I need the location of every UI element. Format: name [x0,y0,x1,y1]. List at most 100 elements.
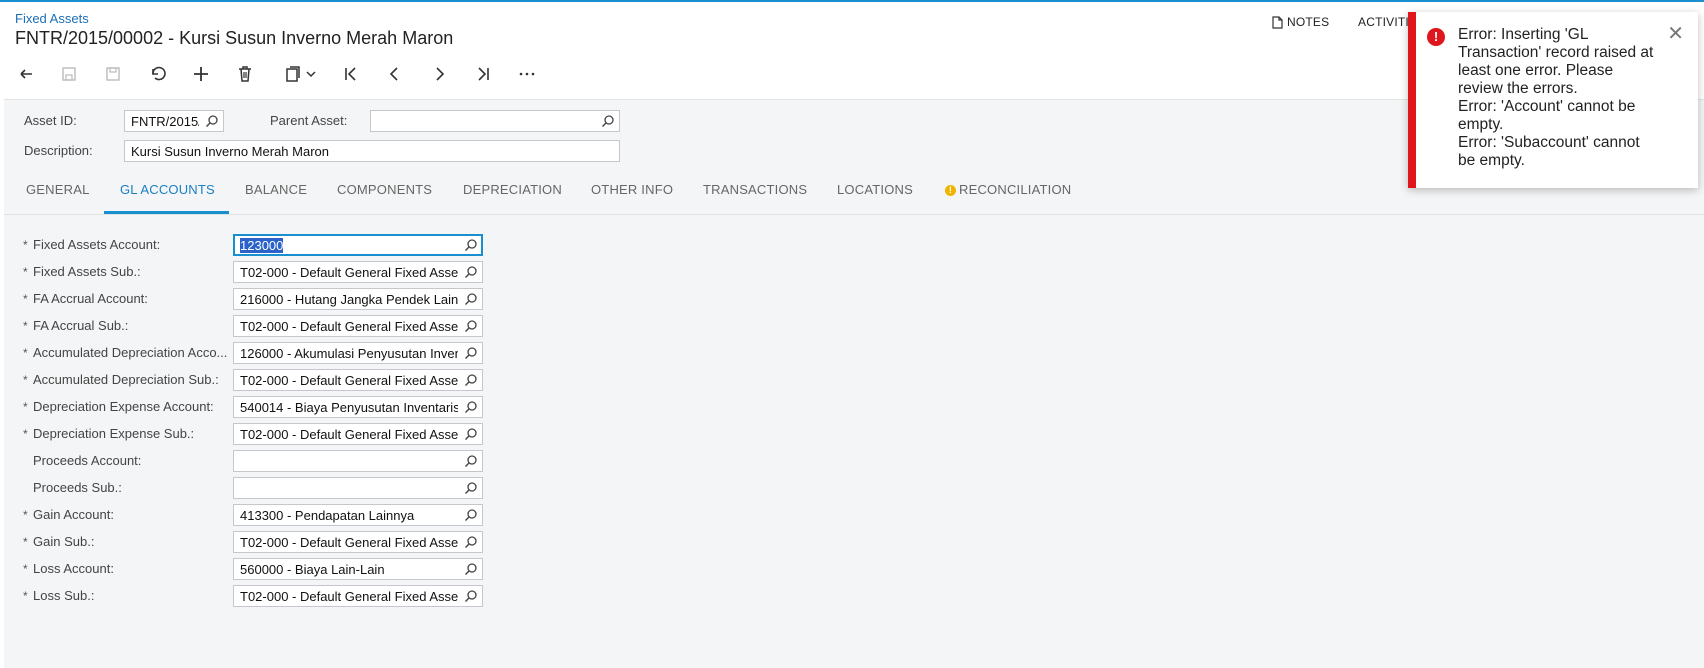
clipboard-button[interactable] [278,61,322,87]
gl-field-value: 413300 - Pendapatan Lainnya [240,508,458,523]
gl-account-selector[interactable]: T02-000 - Default General Fixed Asset [233,531,483,553]
activities-link[interactable]: ACTIVITI [1358,15,1409,29]
toast-line: Error: Inserting 'GL Transaction' record… [1458,26,1654,97]
gl-account-selector[interactable]: 216000 - Hutang Jangka Pendek Lainnya [233,288,483,310]
gl-account-selector[interactable]: 126000 - Akumulasi Penyusutan Inventaris [233,342,483,364]
tab-locations[interactable]: LOCATIONS [837,182,913,197]
required-marker: * [23,589,28,603]
description-value: Kursi Susun Inverno Merah Maron [131,144,329,159]
tab-depreciation[interactable]: DEPRECIATION [463,182,562,197]
required-marker: * [23,238,28,252]
gl-account-selector[interactable]: T02-000 - Default General Fixed Asset [233,423,483,445]
tab-general[interactable]: GENERAL [26,182,90,197]
gl-account-selector[interactable] [233,450,483,472]
add-button[interactable] [188,61,214,87]
gl-field-value: 560000 - Biaya Lain-Lain [240,562,458,577]
next-icon [436,67,445,81]
gl-field-value-text: T02-000 - Default General Fixed Asset [240,319,458,334]
gl-account-selector[interactable]: 540014 - Biaya Penyusutan Inventaris [233,396,483,418]
search-icon[interactable] [464,373,478,387]
tab-reconciliation[interactable]: ! RECONCILIATION [945,182,1071,197]
error-toast: ! Error: Inserting 'GL Transaction' reco… [1408,12,1698,188]
gl-field-value-text: T02-000 - Default General Fixed Asset [240,535,458,550]
required-marker: * [23,319,28,333]
notes-label: NOTES [1287,15,1330,29]
gl-account-selector[interactable]: 413300 - Pendapatan Lainnya [233,504,483,526]
gl-field-label: Gain Sub.: [33,534,95,549]
parent-asset-field[interactable] [370,110,620,132]
undo-button[interactable] [13,61,39,87]
more-icon [519,72,535,76]
toast-line: Error: 'Subaccount' cannot be empty. [1458,134,1640,169]
gl-field-value: 216000 - Hutang Jangka Pendek Lainnya [240,292,458,307]
delete-button[interactable] [232,61,258,87]
gl-field-value: T02-000 - Default General Fixed Asset [240,319,458,334]
search-icon[interactable] [205,114,219,128]
search-icon[interactable] [464,292,478,306]
save-close-button[interactable] [56,61,82,87]
asset-id-field[interactable]: FNTR/2015/ [124,110,224,132]
gl-field-value-text: T02-000 - Default General Fixed Asset [240,265,458,280]
search-icon[interactable] [464,400,478,414]
gl-field-label: Fixed Assets Sub.: [33,264,141,279]
search-icon[interactable] [464,454,478,468]
search-icon[interactable] [464,535,478,549]
gl-field-value: T02-000 - Default General Fixed Asset [240,427,458,442]
search-icon[interactable] [464,427,478,441]
gl-account-selector[interactable]: 560000 - Biaya Lain-Lain [233,558,483,580]
description-field[interactable]: Kursi Susun Inverno Merah Maron [124,140,620,162]
tab-other-info[interactable]: OTHER INFO [591,182,673,197]
toast-message: Error: Inserting 'GL Transaction' record… [1458,26,1658,170]
tab-transactions[interactable]: TRANSACTIONS [703,182,807,197]
tab-components[interactable]: COMPONENTS [337,182,432,197]
search-icon[interactable] [464,589,478,603]
required-marker: * [23,508,28,522]
gl-account-selector[interactable]: T02-000 - Default General Fixed Asset [233,315,483,337]
page-title: FNTR/2015/00002 - Kursi Susun Inverno Me… [15,28,454,48]
required-marker: * [23,292,28,306]
breadcrumb[interactable]: Fixed Assets [15,11,89,26]
gl-field-label: Loss Sub.: [33,588,95,603]
save-icon [106,67,120,81]
first-record-button[interactable] [338,61,364,87]
gl-account-selector[interactable] [233,477,483,499]
tab-gl-accounts[interactable]: GL ACCOUNTS [120,182,215,197]
gl-account-selector[interactable]: T02-000 - Default General Fixed Asset [233,261,483,283]
save-close-icon [62,67,76,81]
search-icon[interactable] [464,562,478,576]
required-marker: * [23,346,28,360]
search-icon[interactable] [464,265,478,279]
next-button[interactable] [426,61,452,87]
gl-account-selector[interactable]: 123000 [233,234,483,256]
top-accent-line [0,0,1704,2]
gl-account-selector[interactable]: T02-000 - Default General Fixed Asset [233,585,483,607]
save-button[interactable] [100,61,126,87]
add-icon [194,67,208,81]
previous-button[interactable] [382,61,408,87]
gl-field-value: 540014 - Biaya Penyusutan Inventaris [240,400,458,415]
notes-link[interactable]: NOTES [1272,15,1329,29]
search-icon[interactable] [464,238,478,252]
gl-account-selector[interactable]: T02-000 - Default General Fixed Asset [233,369,483,391]
note-icon [1272,15,1283,29]
gl-field-value-text: 413300 - Pendapatan Lainnya [240,508,415,523]
required-marker: * [23,427,28,441]
cancel-icon [152,66,166,81]
search-icon[interactable] [464,346,478,360]
last-record-button[interactable] [470,61,496,87]
gl-field-label: Accumulated Depreciation Sub.: [33,372,219,387]
gl-field-value-text: T02-000 - Default General Fixed Asset [240,373,458,388]
asset-id-label: Asset ID: [24,113,77,128]
gl-field-value-text: 216000 - Hutang Jangka Pendek Lainnya [240,292,458,307]
search-icon[interactable] [601,114,615,128]
search-icon[interactable] [464,481,478,495]
gl-field-value: T02-000 - Default General Fixed Asset [240,373,458,388]
more-button[interactable] [514,61,540,87]
search-icon[interactable] [464,319,478,333]
close-icon[interactable]: ✕ [1667,24,1684,44]
search-icon[interactable] [464,508,478,522]
gl-field-label: Loss Account: [33,561,114,576]
cancel-button[interactable] [144,61,170,87]
tab-balance[interactable]: BALANCE [245,182,307,197]
gl-field-label: FA Accrual Account: [33,291,148,306]
